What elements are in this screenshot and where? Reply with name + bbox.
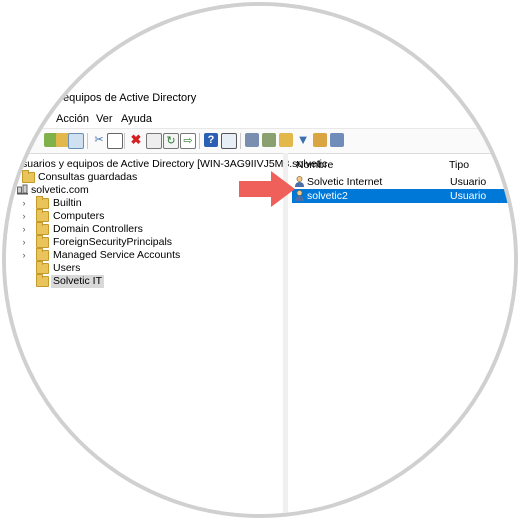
tree-item-builtin[interactable]: › Builtin <box>20 196 220 210</box>
toolbar: ✂ ✖ ↻ ⇨ ? ▼ <box>6 128 514 154</box>
row-name: Solvetic Internet <box>307 176 383 188</box>
new-ou-icon[interactable] <box>279 133 293 147</box>
filter-icon[interactable]: ▼ <box>296 133 310 147</box>
cut-icon[interactable]: ✂ <box>92 133 106 147</box>
delete-icon[interactable]: ✖ <box>129 133 143 147</box>
list-item-selected[interactable]: solvetic2 Usuario <box>292 189 514 203</box>
tree-item-saved-queries[interactable]: Consultas guardadas <box>22 170 222 184</box>
annotation-arrow-icon <box>239 171 295 207</box>
folder-icon <box>36 196 49 209</box>
tree-item-computers[interactable]: › Computers <box>20 209 220 223</box>
tree-item-managed-service-accounts[interactable]: › Managed Service Accounts <box>20 248 220 262</box>
user-icon <box>295 176 304 187</box>
folder-icon <box>36 248 49 261</box>
add-to-group-icon[interactable] <box>313 133 327 147</box>
window-title: equipos de Active Directory <box>63 92 197 104</box>
delegate-icon[interactable] <box>330 133 344 147</box>
list-item[interactable]: Solvetic Internet Usuario <box>292 175 514 189</box>
toolbar-separator <box>240 133 241 149</box>
help-icon[interactable]: ? <box>204 133 218 147</box>
folder-icon <box>36 235 49 248</box>
tree-item-label: Computers <box>53 210 105 222</box>
menu-ayuda[interactable]: Ayuda <box>121 110 152 128</box>
tree-item-solvetic-it[interactable]: Solvetic IT <box>20 274 220 288</box>
menu-ver[interactable]: Ver <box>96 110 113 128</box>
folder-icon <box>36 261 49 274</box>
domain-icon <box>17 184 28 195</box>
tree-item-foreign-security-principals[interactable]: › ForeignSecurityPrincipals <box>20 235 220 249</box>
row-type: Usuario <box>450 190 487 202</box>
chevron-right-icon[interactable]: › <box>20 249 28 262</box>
toolbar-separator <box>124 133 125 149</box>
title-bar: equipos de Active Directory <box>6 88 514 108</box>
row-type: Usuario <box>450 176 487 188</box>
tree-item-domain[interactable]: solvetic.com <box>14 184 214 197</box>
refresh-icon[interactable]: ↻ <box>163 133 179 149</box>
tree-item-domain-controllers[interactable]: › Domain Controllers <box>20 222 220 236</box>
details-list: Nombre Tipo Solvetic Internet Usuario so… <box>288 153 514 514</box>
tree-item-label: Solvetic IT <box>51 275 105 288</box>
copy-icon[interactable] <box>107 133 123 149</box>
tree-item-label: Domain Controllers <box>53 223 143 235</box>
chevron-right-icon[interactable]: › <box>20 223 28 236</box>
folder-icon <box>22 170 35 183</box>
circle-frame: equipos de Active Directory Acción Ver A… <box>6 6 514 514</box>
view-icon[interactable] <box>221 133 237 149</box>
new-user-icon[interactable] <box>245 133 259 147</box>
tree-item-label: ForeignSecurityPrincipals <box>53 236 173 248</box>
console-tree-icon[interactable] <box>68 133 84 149</box>
folder-icon <box>36 209 49 222</box>
aduc-window: equipos de Active Directory Acción Ver A… <box>6 6 514 514</box>
toolbar-separator <box>199 133 200 149</box>
tree-item-users[interactable]: Users <box>20 261 220 275</box>
tree-item-label: Users <box>53 262 81 274</box>
new-group-icon[interactable] <box>262 133 276 147</box>
column-header-type[interactable]: Tipo <box>449 157 469 173</box>
properties-icon[interactable] <box>146 133 162 149</box>
export-icon[interactable]: ⇨ <box>180 133 196 149</box>
column-header-name[interactable]: Nombre <box>296 157 333 173</box>
row-name: solvetic2 <box>307 190 348 202</box>
folder-icon <box>36 222 49 235</box>
tree-item-label: Builtin <box>53 197 82 209</box>
ou-folder-icon <box>36 274 49 287</box>
chevron-right-icon[interactable]: › <box>20 236 28 249</box>
menu-accion[interactable]: Acción <box>56 110 89 128</box>
tree-item-label: Consultas guardadas <box>38 171 138 183</box>
chevron-right-icon[interactable]: › <box>20 197 28 210</box>
user-icon <box>295 190 304 201</box>
console-tree: suarios y equipos de Active Directory [W… <box>6 153 330 514</box>
chevron-right-icon[interactable]: › <box>20 210 28 223</box>
tree-item-label: Managed Service Accounts <box>53 249 181 261</box>
menu-bar: Acción Ver Ayuda <box>6 110 514 128</box>
toolbar-separator <box>87 133 88 149</box>
